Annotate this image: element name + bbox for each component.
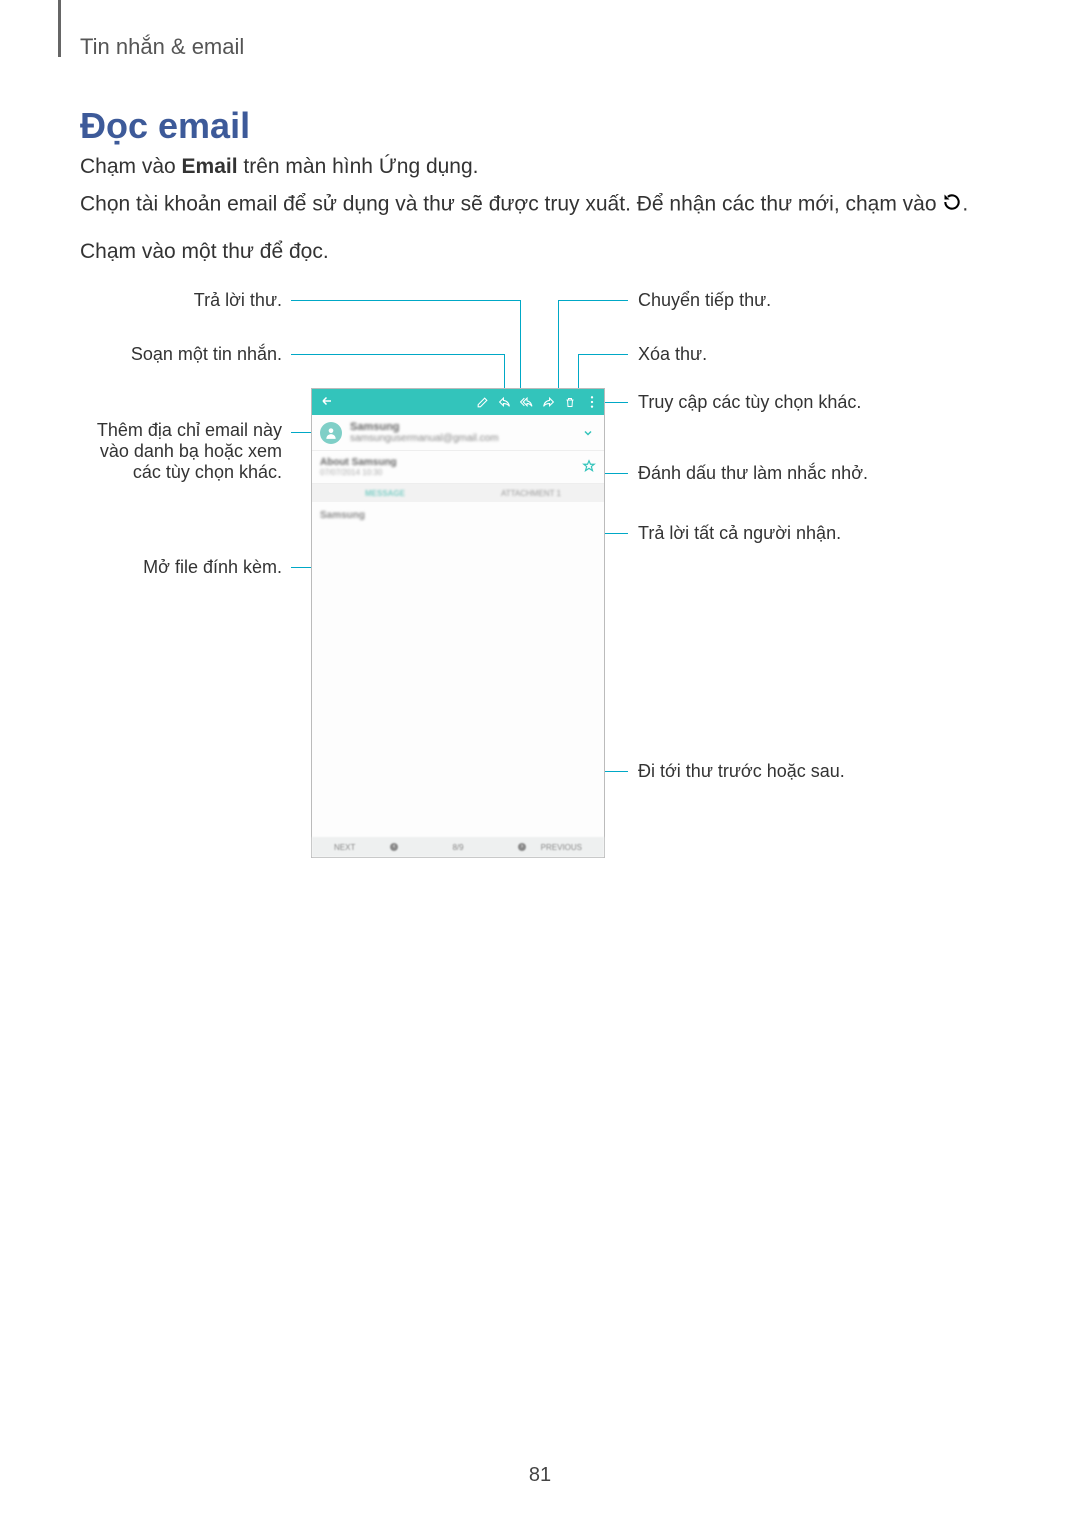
refresh-icon — [942, 192, 962, 218]
tabs-row: MESSAGE ATTACHMENT 1 — [312, 484, 604, 502]
nav-footer: ‹ NEXT 8/9 PREVIOUS › — [312, 837, 604, 857]
sender-name: Samsung — [350, 421, 499, 433]
ann-navigate: Đi tới thư trước hoặc sau. — [638, 761, 845, 782]
paragraph-2: Chọn tài khoản email để sử dụng và thư s… — [80, 192, 968, 218]
p2-post: . — [962, 193, 968, 216]
paragraph-1: Chạm vào Email trên màn hình Ứng dụng. — [80, 155, 479, 179]
connector — [291, 354, 504, 355]
subject-row: About Samsung 07/07/2014 10:30 — [312, 451, 604, 484]
toolbar-actions — [474, 393, 600, 411]
delete-icon[interactable] — [562, 393, 578, 411]
ann-forward: Chuyển tiếp thư. — [638, 290, 771, 311]
tab-message[interactable]: MESSAGE — [312, 489, 458, 498]
connector — [558, 300, 628, 301]
nav-prev-dot-icon[interactable]: › — [518, 843, 526, 851]
connector — [558, 300, 559, 395]
connector — [578, 354, 628, 355]
sender-email: samsungusermanual@gmail.com — [350, 433, 499, 444]
ann-more-options: Truy cập các tùy chọn khác. — [638, 392, 861, 413]
phone-screenshot: Samsung samsungusermanual@gmail.com Abou… — [311, 388, 605, 858]
ann-delete: Xóa thư. — [638, 344, 707, 365]
subject-text: About Samsung — [320, 457, 596, 468]
sender-info: Samsung samsungusermanual@gmail.com — [350, 421, 499, 444]
compose-icon[interactable] — [474, 393, 490, 411]
chapter-title: Tin nhắn & email — [80, 34, 244, 59]
chapter-marker — [58, 0, 61, 57]
ann-add-contact: Thêm địa chỉ email này vào danh bạ hoặc … — [70, 420, 282, 483]
p1-bold: Email — [182, 155, 238, 178]
chapter-header: Tin nhắn & email — [80, 34, 244, 60]
connector — [520, 300, 521, 395]
more-icon[interactable] — [584, 393, 600, 411]
connector — [291, 300, 520, 301]
nav-count: 8/9 — [417, 843, 500, 852]
p1-pre: Chạm vào — [80, 155, 182, 178]
p1-post: trên màn hình Ứng dụng. — [238, 155, 479, 178]
ann-reminder: Đánh dấu thư làm nhắc nhở. — [638, 463, 868, 484]
avatar-icon[interactable] — [320, 422, 342, 444]
email-toolbar — [312, 389, 604, 415]
reply-icon[interactable] — [496, 393, 512, 411]
nav-prev[interactable]: PREVIOUS — [499, 843, 604, 852]
chevron-down-icon[interactable] — [582, 427, 594, 442]
sender-row[interactable]: Samsung samsungusermanual@gmail.com — [312, 415, 604, 451]
reply-all-icon[interactable] — [518, 393, 534, 411]
page-number: 81 — [0, 1464, 1080, 1487]
p2-pre: Chọn tài khoản email để sử dụng và thư s… — [80, 193, 942, 216]
email-body-preview: Samsung — [312, 502, 604, 529]
nav-next[interactable]: NEXT — [312, 843, 417, 852]
page-heading: Đọc email — [80, 105, 250, 147]
nav-next-dot-icon[interactable]: ‹ — [390, 843, 398, 851]
ann-reply: Trả lời thư. — [90, 290, 282, 311]
ann-open-attachment: Mở file đính kèm. — [90, 557, 282, 578]
ann-compose: Soạn một tin nhắn. — [90, 344, 282, 365]
tab-attachment[interactable]: ATTACHMENT 1 — [458, 489, 604, 498]
back-icon[interactable] — [320, 395, 334, 409]
ann-reply-all: Trả lời tất cả người nhận. — [638, 523, 841, 544]
star-icon[interactable] — [582, 459, 596, 476]
forward-icon[interactable] — [540, 393, 556, 411]
subject-date: 07/07/2014 10:30 — [320, 468, 596, 477]
paragraph-3: Chạm vào một thư để đọc. — [80, 240, 329, 264]
